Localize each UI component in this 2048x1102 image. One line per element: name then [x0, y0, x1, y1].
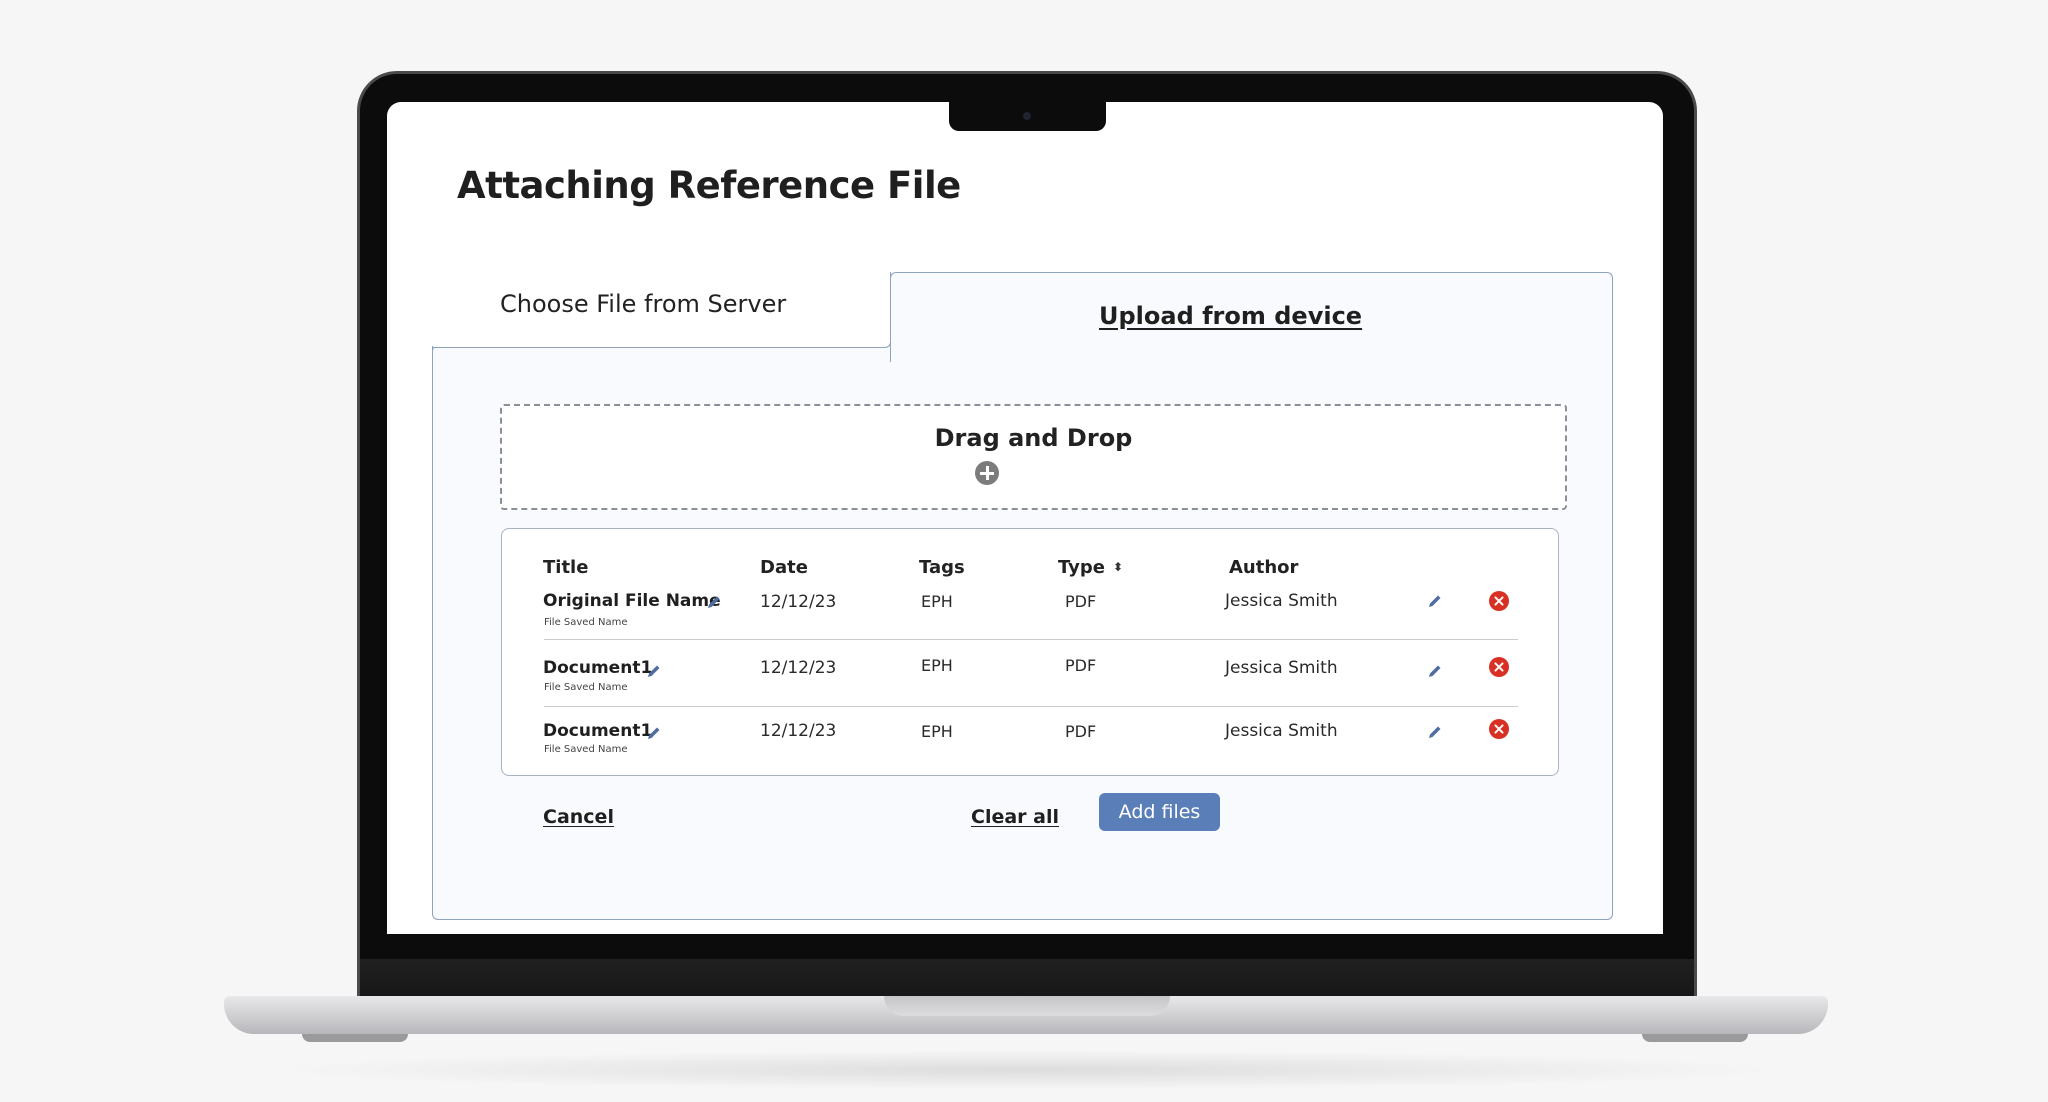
file-tags: EPH	[921, 722, 953, 741]
file-saved-name: File Saved Name	[544, 682, 628, 693]
delete-row-icon[interactable]	[1489, 719, 1509, 739]
column-header-type[interactable]: Type ⬍	[1058, 557, 1123, 578]
dropzone-label: Drag and Drop	[934, 424, 1133, 452]
cancel-button[interactable]: Cancel	[543, 806, 614, 828]
laptop-screen: Attaching Reference File Choose File fro…	[387, 102, 1663, 934]
edit-title-pencil-icon[interactable]	[646, 725, 662, 741]
file-author: Jessica Smith	[1225, 721, 1338, 741]
file-saved-name: File Saved Name	[544, 744, 628, 755]
column-header-author: Author	[1229, 557, 1299, 578]
column-header-date: Date	[760, 557, 808, 578]
plus-circle-icon[interactable]	[975, 461, 999, 485]
table-row: Original File Name File Saved Name 12/12…	[502, 591, 1558, 655]
file-author: Jessica Smith	[1225, 591, 1338, 611]
edit-row-pencil-icon[interactable]	[1427, 593, 1443, 609]
delete-row-icon[interactable]	[1489, 591, 1509, 611]
camera-icon	[1023, 112, 1031, 120]
clear-all-button[interactable]: Clear all	[971, 806, 1059, 828]
laptop-hinge-notch	[884, 996, 1170, 1016]
tab-label-upload-device[interactable]: Upload from device	[1099, 302, 1362, 330]
files-table: Title Date Tags Type ⬍ Author Original Fi…	[501, 528, 1559, 776]
table-row: Document1 File Saved Name 12/12/23 EPH P…	[502, 656, 1558, 722]
laptop-shadow	[260, 1050, 1790, 1090]
drag-drop-zone[interactable]: Drag and Drop	[500, 404, 1567, 510]
column-header-tags: Tags	[919, 557, 965, 578]
edit-row-pencil-icon[interactable]	[1427, 724, 1443, 740]
edit-row-pencil-icon[interactable]	[1427, 663, 1443, 679]
delete-row-icon[interactable]	[1489, 657, 1509, 677]
file-date: 12/12/23	[760, 721, 837, 741]
file-tags: EPH	[921, 592, 953, 611]
file-date: 12/12/23	[760, 658, 837, 678]
file-type: PDF	[1065, 722, 1097, 741]
file-date: 12/12/23	[760, 592, 837, 612]
row-divider	[544, 706, 1518, 707]
edit-title-pencil-icon[interactable]	[646, 663, 662, 679]
file-author: Jessica Smith	[1225, 658, 1338, 678]
table-row: Document1 File Saved Name 12/12/23 EPH P…	[502, 719, 1558, 785]
laptop-foot-left	[302, 1034, 408, 1042]
laptop-foot-right	[1642, 1034, 1748, 1042]
file-title: Document1	[543, 658, 653, 678]
column-header-type-label: Type	[1058, 557, 1105, 578]
file-type: PDF	[1065, 592, 1097, 611]
page-title: Attaching Reference File	[457, 164, 961, 207]
file-saved-name: File Saved Name	[544, 617, 628, 628]
edit-title-pencil-icon[interactable]	[706, 594, 722, 610]
column-header-title: Title	[543, 557, 589, 578]
file-type: PDF	[1065, 656, 1097, 675]
camera-notch	[949, 102, 1106, 131]
file-tags: EPH	[921, 656, 953, 675]
file-title: Document1	[543, 721, 653, 741]
file-title: Original File Name	[543, 591, 721, 611]
tab-label-choose-server[interactable]: Choose File from Server	[500, 290, 786, 318]
add-files-button[interactable]: Add files	[1099, 793, 1220, 831]
sort-icon[interactable]: ⬍	[1113, 560, 1123, 574]
row-divider	[544, 639, 1518, 640]
